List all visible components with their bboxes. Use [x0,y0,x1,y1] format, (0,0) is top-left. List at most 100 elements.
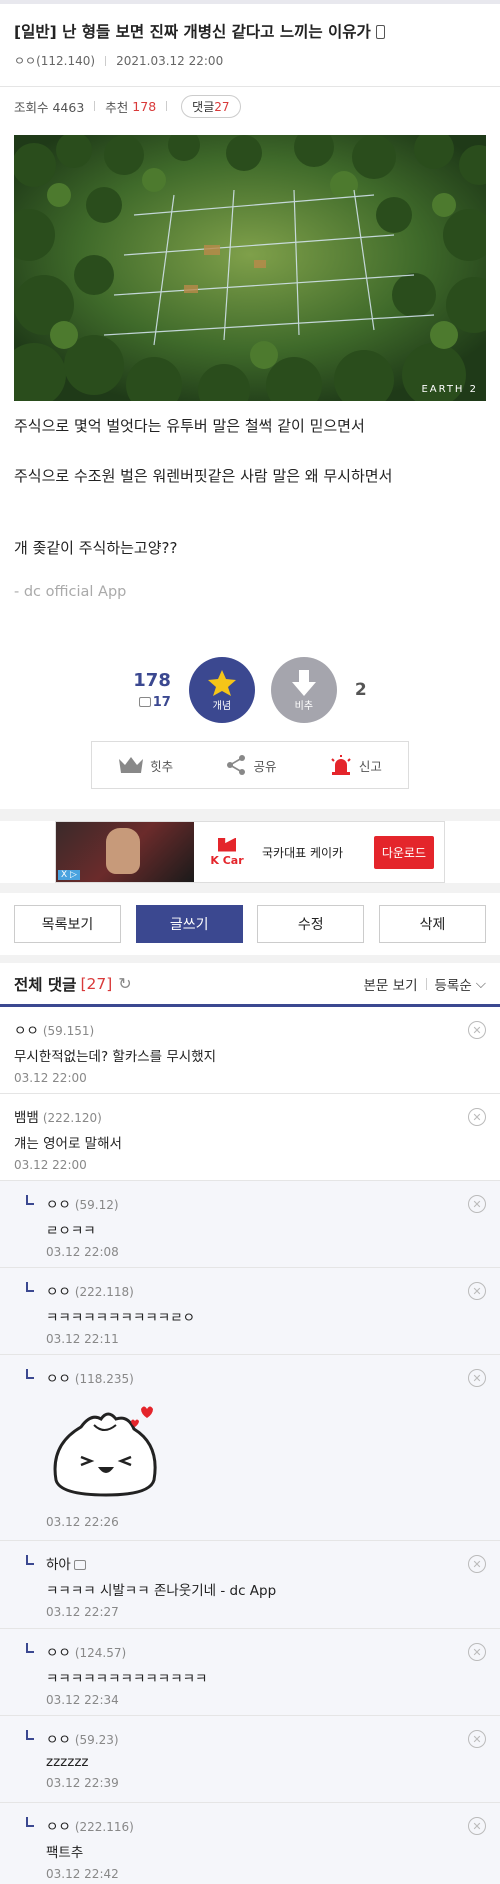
upvote-count: 178 [133,670,171,691]
comment-text: 무시한적없는데? 할카스를 무시했지 [14,1049,217,1065]
comment-text: zzzzzz [46,1754,89,1770]
post-paragraph: 주식으로 몇억 벌엇다는 유투버 말은 철썩 같이 믿으면서 [14,417,365,435]
delete-button[interactable]: 삭제 [378,905,486,943]
comment-ip: (59.23) [74,1733,119,1747]
upvote-label: 개념 [212,700,232,712]
delete-comment-icon[interactable]: ✕ [468,1021,486,1039]
delete-comment-icon[interactable]: ✕ [468,1195,486,1213]
list-button[interactable]: 목록보기 [14,905,121,943]
post-image[interactable]: EARTH 2 [14,135,486,401]
comment-author[interactable]: ㅇㅇ [46,1197,71,1213]
hit-button[interactable]: 힛추 [118,756,173,775]
reply-arrow-icon [26,1195,34,1205]
reply-item: ㅇㅇ (124.57) ㅋㅋㅋㅋㅋㅋㅋㅋㅋㅋㅋㅋㅋ 03.12 22:34 ✕ [0,1629,500,1716]
comment-date: 03.12 22:34 [46,1693,119,1707]
comment-count-pill[interactable]: 댓글27 [181,94,241,118]
share-icon [227,755,246,775]
sort-dropdown[interactable]: 등록순 [435,974,472,994]
upvote-counts: 178 17 [133,670,171,710]
dumpling-sticker-icon [53,1406,157,1497]
post-title: [일반] 난 형들 보면 진짜 개병신 같다고 느끼는 이유가 [0,4,500,44]
delete-comment-icon[interactable]: ✕ [468,1730,486,1748]
comment-ip: (222.116) [74,1820,134,1834]
view-count: 조회수 4463 [14,99,85,115]
hit-label: 힛추 [150,758,174,774]
view-body-button[interactable]: 본문 보기 [364,974,418,994]
comment-ip: (222.120) [42,1111,102,1125]
reply-item: ㅇㅇ (59.12) ㄹㅇㅋㅋ 03.12 22:08 ✕ [0,1181,500,1268]
comment-ip: (59.12) [74,1198,119,1212]
reply-item: ㅇㅇ (222.116) 팩트추 03.12 22:42 ✕ [0,1803,500,1884]
delete-comment-icon[interactable]: ✕ [468,1369,486,1387]
divider [94,101,96,111]
post-meta: ㅇㅇ(112.140) 2021.03.12 22:00 [0,44,500,72]
ad-download-button[interactable]: 다운로드 [373,835,434,869]
reply-arrow-icon [26,1555,34,1565]
comment-ip: (124.57) [74,1646,127,1660]
siren-icon [331,755,351,775]
comment-item: ㅇㅇ (59.151) 무시한적없는데? 할카스를 무시했지 03.12 22:0… [0,1007,500,1094]
refresh-icon[interactable]: ↻ [118,974,131,993]
ad-close-tag[interactable]: X ▷ [58,870,80,880]
reply-arrow-icon [26,1817,34,1827]
comment-author[interactable]: ㅇㅇ [46,1819,71,1835]
comment-text: ㄹㅇㅋㅋ [46,1223,96,1239]
comment-author[interactable]: ㅇㅇ [14,1023,39,1039]
comment-author[interactable]: ㅇㅇ [46,1645,71,1661]
reply-arrow-icon [26,1369,34,1379]
comment-text: 팩트추 [46,1845,84,1861]
edit-button[interactable]: 수정 [257,905,365,943]
section-gap [0,809,500,821]
delete-comment-icon[interactable]: ✕ [468,1643,486,1661]
comment-date: 03.12 22:00 [14,1071,87,1085]
post-buttons: 목록보기 글쓰기 수정 삭제 [0,893,500,955]
comment-author[interactable]: ㅇㅇ [46,1732,71,1748]
reply-arrow-icon [26,1282,34,1292]
comment-author[interactable]: ㅇㅇ [46,1371,71,1387]
star-icon [207,669,236,696]
comment-date: 03.12 22:11 [46,1332,119,1346]
forest-grid-image [14,135,486,401]
post-action-bar: 힛추 공유 신고 [91,741,409,789]
fix-member-icon [73,1560,86,1570]
report-button[interactable]: 신고 [329,754,382,776]
comment-date: 03.12 22:27 [46,1605,119,1619]
earth2-logo: EARTH 2 [421,384,478,395]
section-gap [0,883,500,893]
comments-count: [27] [80,974,113,993]
chevron-down-icon[interactable]: ⌵ [476,976,486,992]
fix-count: 17 [138,695,171,710]
downvote-button[interactable]: 비추 [270,657,337,723]
vote-area: 178 17 개념 비추 2 [0,655,500,725]
write-button[interactable]: 글쓰기 [135,905,243,943]
comments-header: 전체 댓글 [27] ↻ 본문 보기 등록순 ⌵ [0,963,500,1007]
downvote-count: 2 [354,680,367,700]
comment-author[interactable]: 하아 [46,1557,71,1573]
mobile-icon [375,25,385,39]
delete-comment-icon[interactable]: ✕ [468,1282,486,1300]
author-name[interactable]: ㅇㅇ [14,54,36,68]
recommend-label: 추천 [105,99,129,115]
delete-comment-icon[interactable]: ✕ [468,1108,486,1126]
comments-title: 전체 댓글 [27] ↻ [14,973,132,995]
upvote-button[interactable]: 개념 [188,657,255,723]
comment-author[interactable]: 뱀뱀 [14,1110,39,1126]
ad-banner[interactable]: X ▷ K Car 국카대표 케이카 다운로드 [55,821,445,883]
reply-arrow-icon [26,1730,34,1740]
share-button[interactable]: 공유 [225,754,277,776]
section-gap [0,955,500,963]
delete-comment-icon[interactable]: ✕ [468,1817,486,1835]
reply-item: ㅇㅇ (59.23) zzzzzz 03.12 22:39 ✕ [0,1716,500,1803]
comment-author[interactable]: ㅇㅇ [46,1284,71,1300]
comment-ip: (118.235) [74,1372,134,1386]
comment-date: 03.12 22:39 [46,1776,119,1790]
reply-item: ㅇㅇ (118.235) 03.12 22:26 ✕ [0,1355,500,1541]
arrow-down-icon [291,669,316,696]
divider [105,56,107,66]
recommend-count: 178 [132,98,157,114]
comment-text: ㅋㅋㅋㅋ 시발ㅋㅋ 존나웃기네 - dc App [46,1583,277,1599]
delete-comment-icon[interactable]: ✕ [468,1555,486,1573]
kcar-mark-icon [218,837,236,852]
comments-title-text: 전체 댓글 [14,975,77,994]
comment-date: 03.12 22:42 [46,1867,119,1881]
